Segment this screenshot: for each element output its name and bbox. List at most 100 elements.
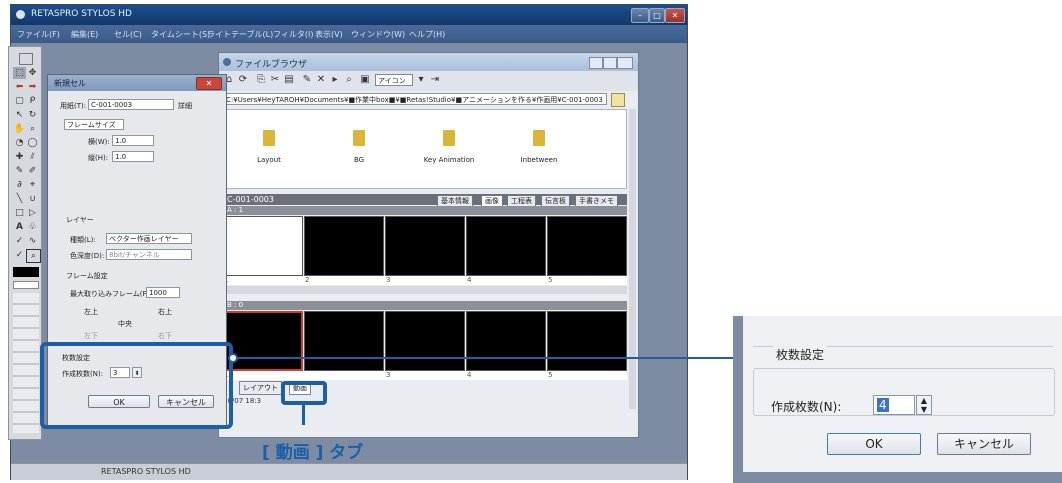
kind-select[interactable]: ベクター作画レイヤー [106,233,192,244]
rect-tool-icon[interactable]: □ [13,207,26,219]
view-mode-select[interactable]: アイコン [375,74,413,86]
trace-tool-icon[interactable]: ✓ [13,249,26,261]
curve-tool-icon[interactable]: ∂ [13,179,26,191]
shape-tool-icon[interactable]: ▷ [26,207,39,219]
max-frames-input[interactable]: 1000 [146,287,180,298]
refresh-icon[interactable]: ⟳ [237,74,249,86]
cut-icon[interactable]: ✂ [269,74,281,86]
play-icon[interactable]: ▸ [329,74,341,86]
track-a-scrollbar[interactable] [223,286,627,294]
cell-header: C-001-0003 基本情報 画像 工程表 伝言板 手書きメモ [223,194,627,207]
zoom-tool-icon[interactable]: ⌕ [26,123,39,135]
fb-minimize-button[interactable] [589,57,603,69]
eraser-tool-icon[interactable]: ◯ [26,137,39,149]
position-center[interactable]: 中央 [118,319,132,329]
folder-up-icon[interactable] [611,93,625,107]
sub-color-swatch[interactable] [13,281,39,289]
view-icon[interactable]: ▣ [359,74,371,86]
line-tool-icon[interactable]: ╲ [13,193,26,205]
stamp-tool-icon[interactable]: ♧ [26,221,39,233]
dialog-close-button[interactable]: ✕ [196,77,222,90]
check-tool-icon[interactable]: ✓ [13,235,26,247]
search-icon[interactable]: ⌕ [343,74,355,86]
menu-lighttable[interactable]: ライトテーブル(L) [207,29,273,40]
smooth-tool-icon[interactable]: ∿ [26,235,39,247]
ruler-tool-icon[interactable]: ⫽ [26,151,39,163]
magnify-tool-icon[interactable]: ⌕ [26,249,41,263]
minimize-button[interactable]: – [631,8,649,23]
zoom-count-input[interactable]: 4 [873,395,915,415]
file-browser-title: ファイルブラウザ [235,60,308,70]
menu-cell[interactable]: セル(C) [114,29,142,40]
text-tool-icon[interactable]: A [13,221,26,233]
folder-icon [353,130,365,146]
close-button[interactable]: ✕ [665,8,685,23]
marquee-tool-icon[interactable]: ▢ [13,95,26,107]
frame-thumb[interactable] [547,311,627,371]
folder-inbetween[interactable]: Inbetween [499,120,579,190]
track-a-ruler: 1 2 3 4 5 [223,276,627,285]
frame-thumb[interactable] [304,216,384,276]
move-tool-icon[interactable]: ✥ [26,67,39,79]
paste-icon[interactable]: ▤ [283,74,295,86]
zoom-spinner-icon[interactable]: ▲ ▼ [916,395,932,415]
menu-filter[interactable]: フィルタ(I) [273,29,313,40]
vertical-scrollbar[interactable] [629,109,636,409]
hand-tool-icon[interactable]: ✋ [13,123,26,135]
frame-thumb[interactable] [385,216,465,276]
fb-maximize-button[interactable] [603,57,617,69]
detail-toggle[interactable]: 詳細 [178,101,192,111]
zoom-ok-button[interactable]: OK [827,433,921,455]
select-tool-icon[interactable]: ⬚ [13,67,26,79]
height-input[interactable]: 1.0 [112,151,154,162]
menu-edit[interactable]: 編集(E) [71,29,98,40]
prev-frame-icon[interactable]: ⬅ [13,81,26,93]
pen-tool-icon[interactable]: ✎ [13,165,26,177]
folder-bg[interactable]: BG [319,120,399,190]
fb-close-button[interactable] [617,57,633,69]
menu-view[interactable]: 表示(V) [315,29,343,40]
file-browser-titlebar: ファイルブラウザ [219,53,638,71]
delete-icon[interactable]: ✕ [315,74,327,86]
arrow-tool-icon[interactable]: ↖ [13,109,26,121]
next-frame-icon[interactable]: ➡ [26,81,39,93]
menu-window[interactable]: ウィンドウ(W) [351,29,405,40]
position-top-right[interactable]: 右上 [158,307,172,317]
frame-thumb[interactable] [466,216,546,276]
bezier-tool-icon[interactable]: ∪ [26,193,39,205]
menu-timesheet[interactable]: タイムシート(S) [151,29,210,40]
folder-key-animation[interactable]: Key Animation [409,120,489,190]
copy-icon[interactable]: ⎘ [255,74,267,86]
eyedrop-tool-icon[interactable]: ⌖ [26,179,39,191]
paper-select[interactable]: C-001-0003 [88,99,174,110]
path-field[interactable]: C:¥Users¥HeyTAROH¥Documents¥■作業中box■¥■Re… [223,93,607,105]
fill-tool-icon[interactable]: ◔ [13,137,26,149]
frame-thumb[interactable] [304,311,384,371]
frame-thumb[interactable] [385,311,465,371]
main-color-swatch[interactable] [13,267,39,277]
frame-size-select[interactable]: フレームサイズ [64,119,124,130]
plus-tool-icon[interactable]: ✚ [13,151,26,163]
view-dropdown-arrow-icon[interactable]: ▾ [415,74,427,86]
rotate-tool-icon[interactable]: ↻ [26,109,39,121]
menu-help[interactable]: ヘルプ(H) [409,29,445,40]
width-input[interactable]: 1.0 [112,135,154,146]
lasso-tool-icon[interactable]: ᑭ [26,95,39,107]
maximize-button[interactable]: □ [649,8,665,23]
position-top-left[interactable]: 左上 [84,307,98,317]
position-bottom-right[interactable]: 右下 [158,331,172,341]
folder-layout[interactable]: Layout [229,120,309,190]
tab-layout[interactable]: レイアウト [239,381,282,395]
ruler-mark: 5 [548,371,553,379]
expand-icon[interactable]: ⇥ [429,74,441,86]
brush-tool-icon[interactable]: ✐ [26,165,39,177]
frame-thumb[interactable] [223,216,303,276]
zoom-cancel-button[interactable]: キャンセル [937,433,1031,455]
frame-thumb[interactable] [466,311,546,371]
status-text: RETASPRO STYLOS HD [101,467,191,476]
edit-icon[interactable]: ✎ [301,74,313,86]
frame-thumb[interactable] [547,216,627,276]
depth-select[interactable]: 8bit/チャンネル [106,249,192,260]
position-bottom-left[interactable]: 左下 [84,331,98,341]
menu-file[interactable]: ファイル(F) [17,29,60,40]
